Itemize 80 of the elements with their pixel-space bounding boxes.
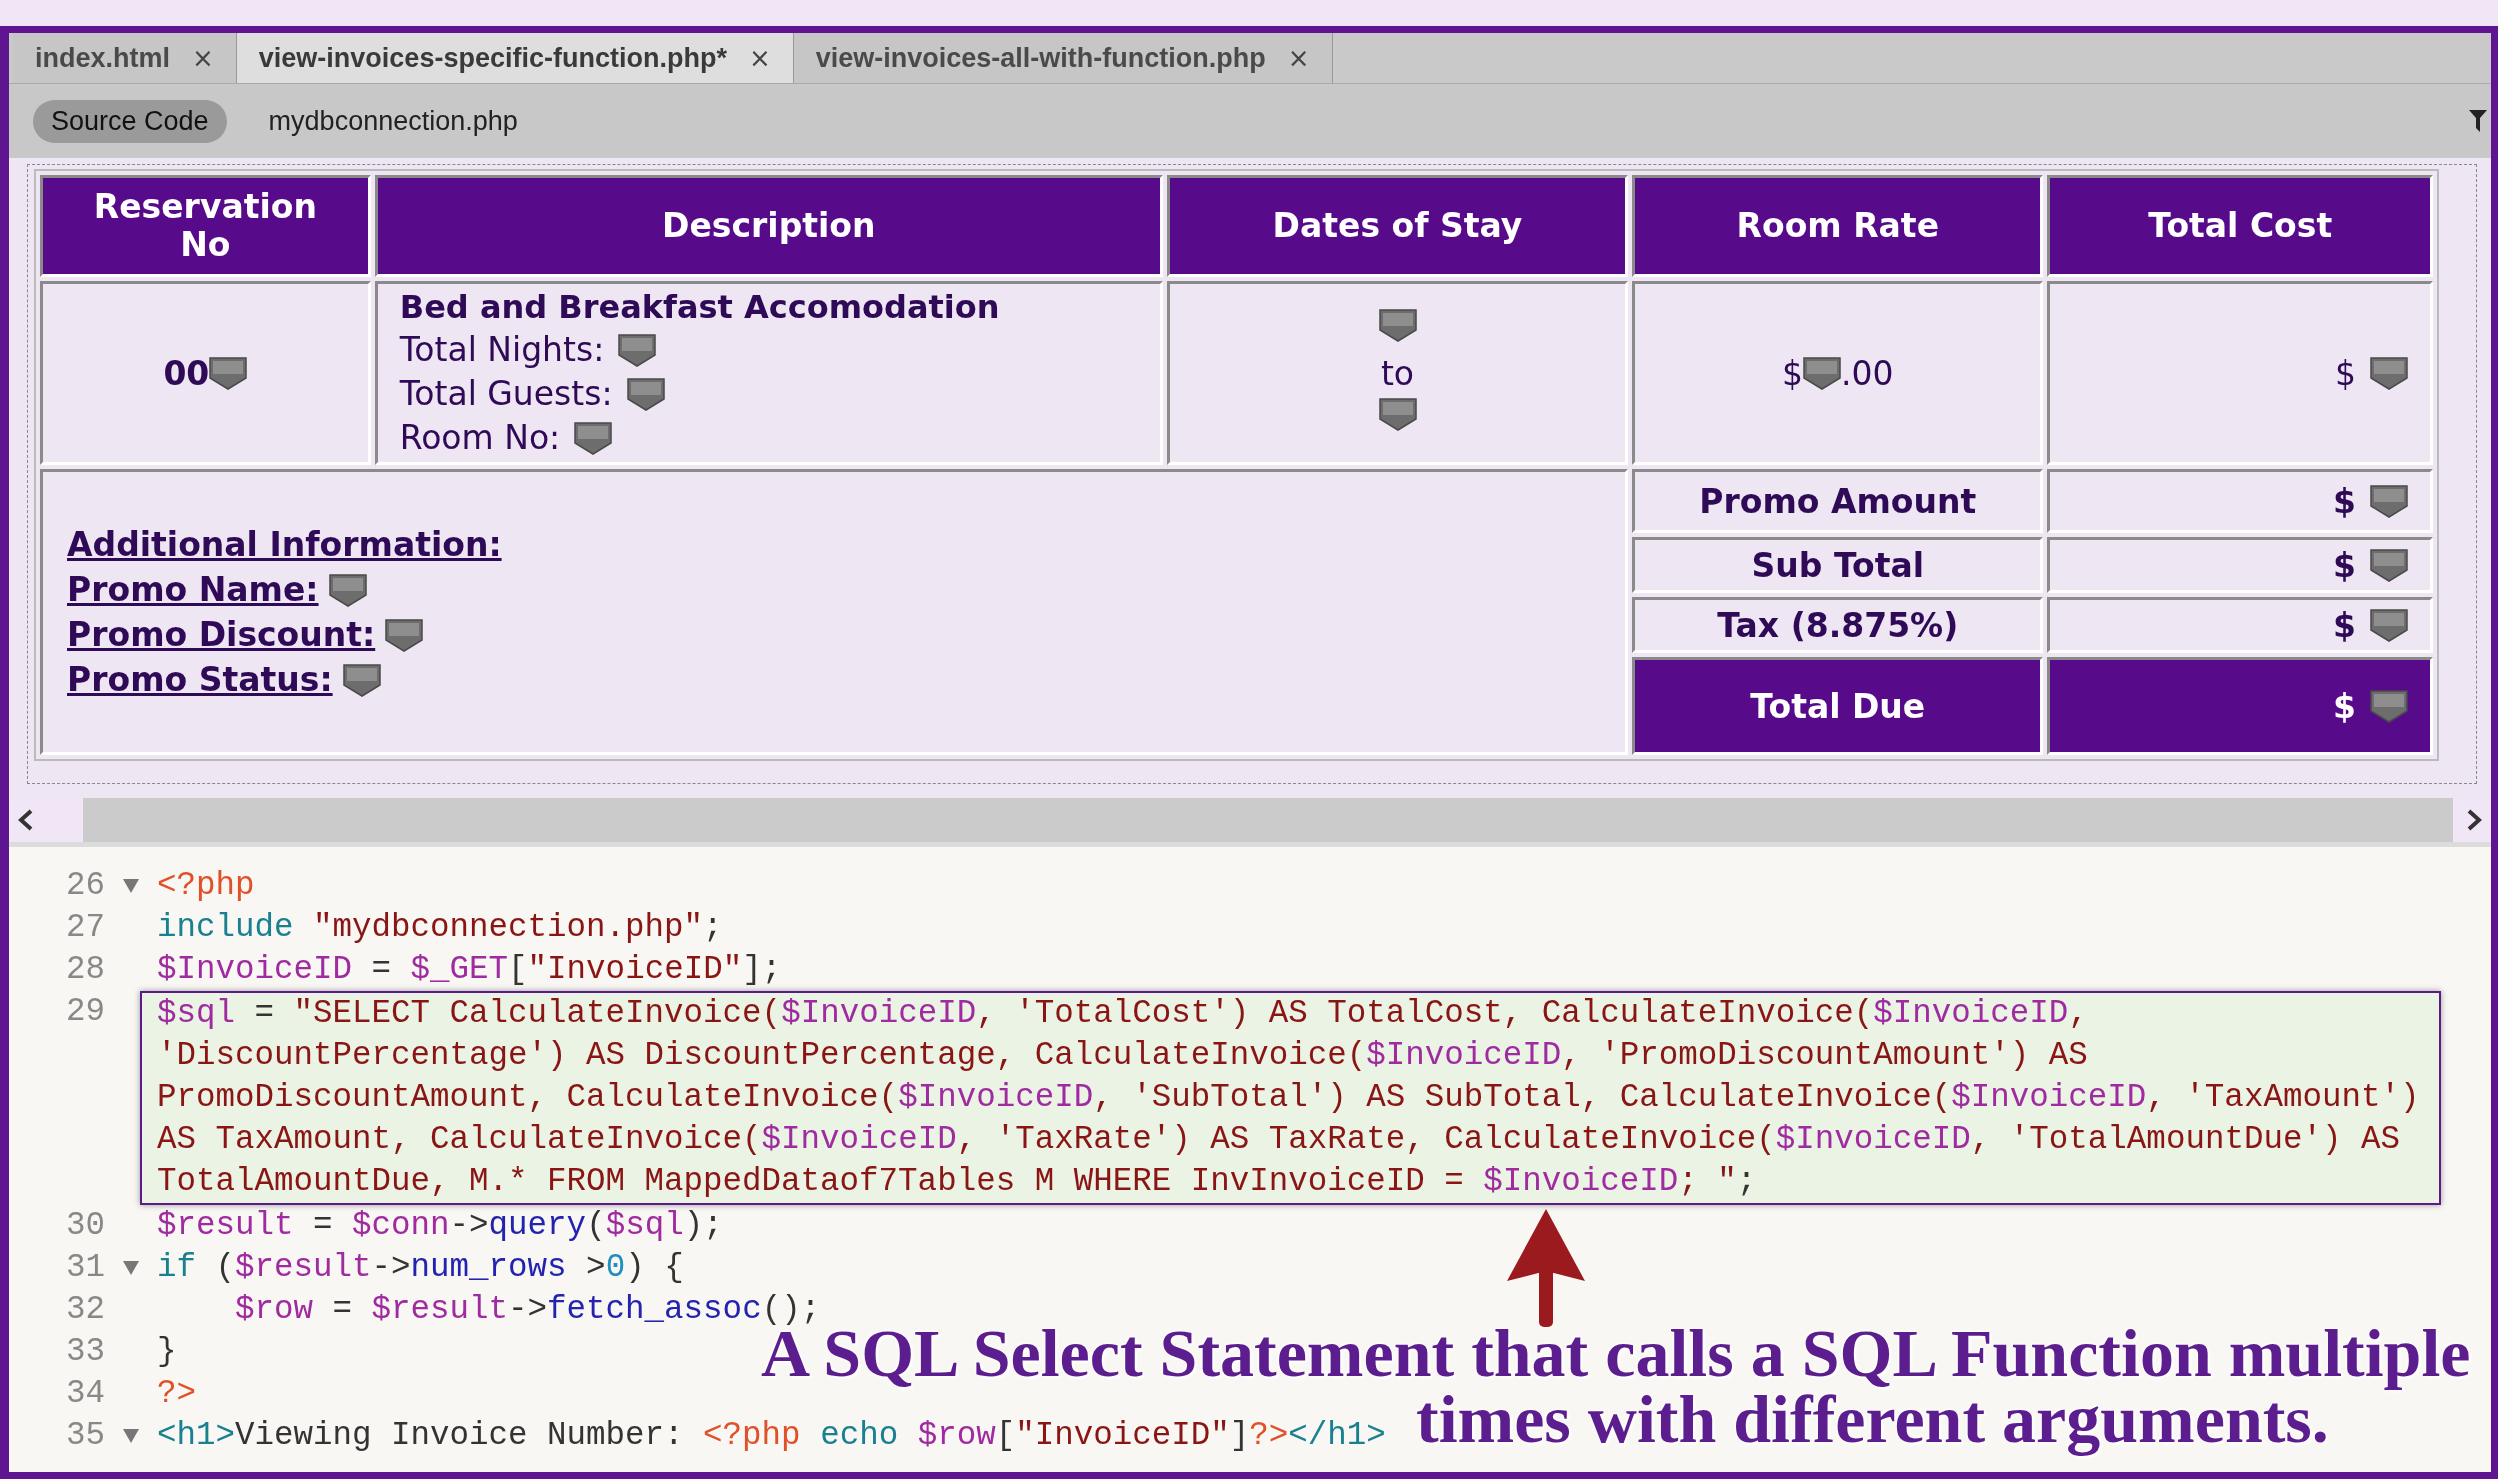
dates-separator: to [1379, 353, 1416, 393]
placeholder-icon [385, 617, 424, 652]
code-line: ?> [157, 1374, 196, 1414]
description-label: Total Nights: [399, 329, 605, 371]
tab-label: view-invoices-all-with-function.php [815, 42, 1266, 74]
description-title: Bed and Breakfast Accomodation [399, 287, 1001, 328]
promo-label: Promo Name: [67, 569, 319, 611]
code-line: $InvoiceID = $_GET["InvoiceID"]; [157, 950, 782, 990]
currency-symbol: $ [2333, 605, 2356, 645]
code-line: <?php [157, 866, 255, 906]
close-icon[interactable]: × [192, 43, 214, 73]
summary-label: Sub Total [1632, 537, 2044, 593]
currency-symbol: $ [2333, 545, 2356, 585]
code-line: $result = $conn->query($sql); [157, 1206, 723, 1246]
line-number: 34 [65, 1374, 105, 1414]
summary-label: Tax (8.875%) [1632, 597, 2044, 653]
promo-label: Promo Discount: [67, 614, 376, 656]
scrollbar-track[interactable] [83, 798, 2453, 842]
column-header: Reservation No [40, 175, 371, 277]
code-line: } [157, 1332, 177, 1372]
additional-info-heading: Additional Information: [67, 524, 502, 566]
code-line: PromoDiscountAmount, CalculateInvoice($InvoiceID, 'SubTotal') AS SubTotal, CalculateInvoice($InvoiceID, 'TaxAmount') [157, 1078, 2420, 1118]
line-number: 27 [65, 908, 105, 948]
placeholder-icon [2370, 356, 2408, 390]
placeholder-icon [1378, 307, 1417, 342]
related-file-tab[interactable]: Source Code [33, 99, 227, 143]
related-file-tab[interactable]: mydbconnection.php [250, 99, 536, 143]
description-label: Room No: [399, 417, 561, 459]
line-number: 35 [65, 1416, 105, 1456]
tab-label: index.html [35, 42, 170, 74]
placeholder-icon [626, 377, 665, 411]
close-icon[interactable]: × [1287, 43, 1310, 73]
line-number: 32 [65, 1290, 105, 1330]
line-number: 30 [65, 1206, 105, 1246]
line-number: 28 [65, 950, 105, 990]
line-number: 29 [65, 992, 105, 1032]
scroll-left-icon[interactable] [17, 809, 35, 831]
line-number: 31 [65, 1248, 105, 1288]
currency-symbol: $ [1782, 353, 1804, 393]
summary-label: Total Due [1632, 657, 2044, 755]
summary-label: Promo Amount [1632, 469, 2044, 533]
placeholder-icon [1378, 396, 1417, 431]
placeholder-icon [328, 572, 367, 607]
code-line: 'DiscountPercentage') AS DiscountPercentage, CalculateInvoice($InvoiceID, 'PromoDiscountAmount') AS [157, 1036, 2088, 1076]
code-line: include "mydbconnection.php"; [157, 908, 723, 948]
placeholder-icon [2370, 484, 2408, 518]
close-icon[interactable]: × [748, 43, 771, 73]
fold-icon[interactable] [123, 1429, 139, 1443]
placeholder-icon [2370, 689, 2408, 723]
placeholder-icon [574, 421, 613, 455]
placeholder-icon [2370, 548, 2408, 582]
placeholder-icon [1803, 356, 1842, 390]
code-line: <h1>Viewing Invoice Number: <?php echo $row["InvoiceID"]?></h1> [157, 1416, 1386, 1456]
code-line: AS TaxAmount, CalculateInvoice($InvoiceID, 'TaxRate') AS TaxRate, CalculateInvoice($InvoiceID, 'TotalAmountDue') AS [157, 1120, 2400, 1160]
fold-icon[interactable] [123, 879, 139, 893]
currency-symbol: $ [2333, 686, 2356, 726]
decimal-suffix: .00 [1841, 353, 1894, 393]
column-header: Dates of Stay [1166, 175, 1629, 277]
placeholder-icon [2370, 608, 2408, 642]
code-line: TotalAmountDue, M.* FROM MappedDataof7Tables M WHERE InvInvoiceID = $InvoiceID; "; [157, 1162, 1757, 1202]
code-line: $sql = "SELECT CalculateInvoice($InvoiceID, 'TotalCost') AS TotalCost, CalculateInvoice($InvoiceID, [157, 994, 2088, 1034]
currency-symbol: $ [2335, 353, 2356, 393]
placeholder-icon [618, 333, 657, 367]
column-header: Description [374, 175, 1163, 277]
code-line: if ($result->num_rows >0) { [157, 1248, 684, 1288]
placeholder-icon [209, 356, 248, 390]
line-number: 33 [65, 1332, 105, 1372]
reservation-number: 00 [163, 353, 210, 393]
tab-label: view-invoices-specific-function.php* [258, 42, 727, 74]
column-header: Total Cost [2047, 175, 2433, 277]
column-header: Room Rate [1632, 175, 2044, 277]
promo-label: Promo Status: [67, 659, 333, 701]
placeholder-icon [342, 662, 381, 697]
description-label: Total Guests: [399, 373, 613, 415]
currency-symbol: $ [2333, 481, 2356, 521]
file-tab[interactable]: view-invoices-specific-function.php* × [236, 33, 794, 83]
filter-icon[interactable] [2469, 110, 2487, 132]
line-number: 26 [65, 866, 105, 906]
scroll-right-icon[interactable] [2465, 809, 2483, 831]
fold-icon[interactable] [123, 1261, 139, 1275]
